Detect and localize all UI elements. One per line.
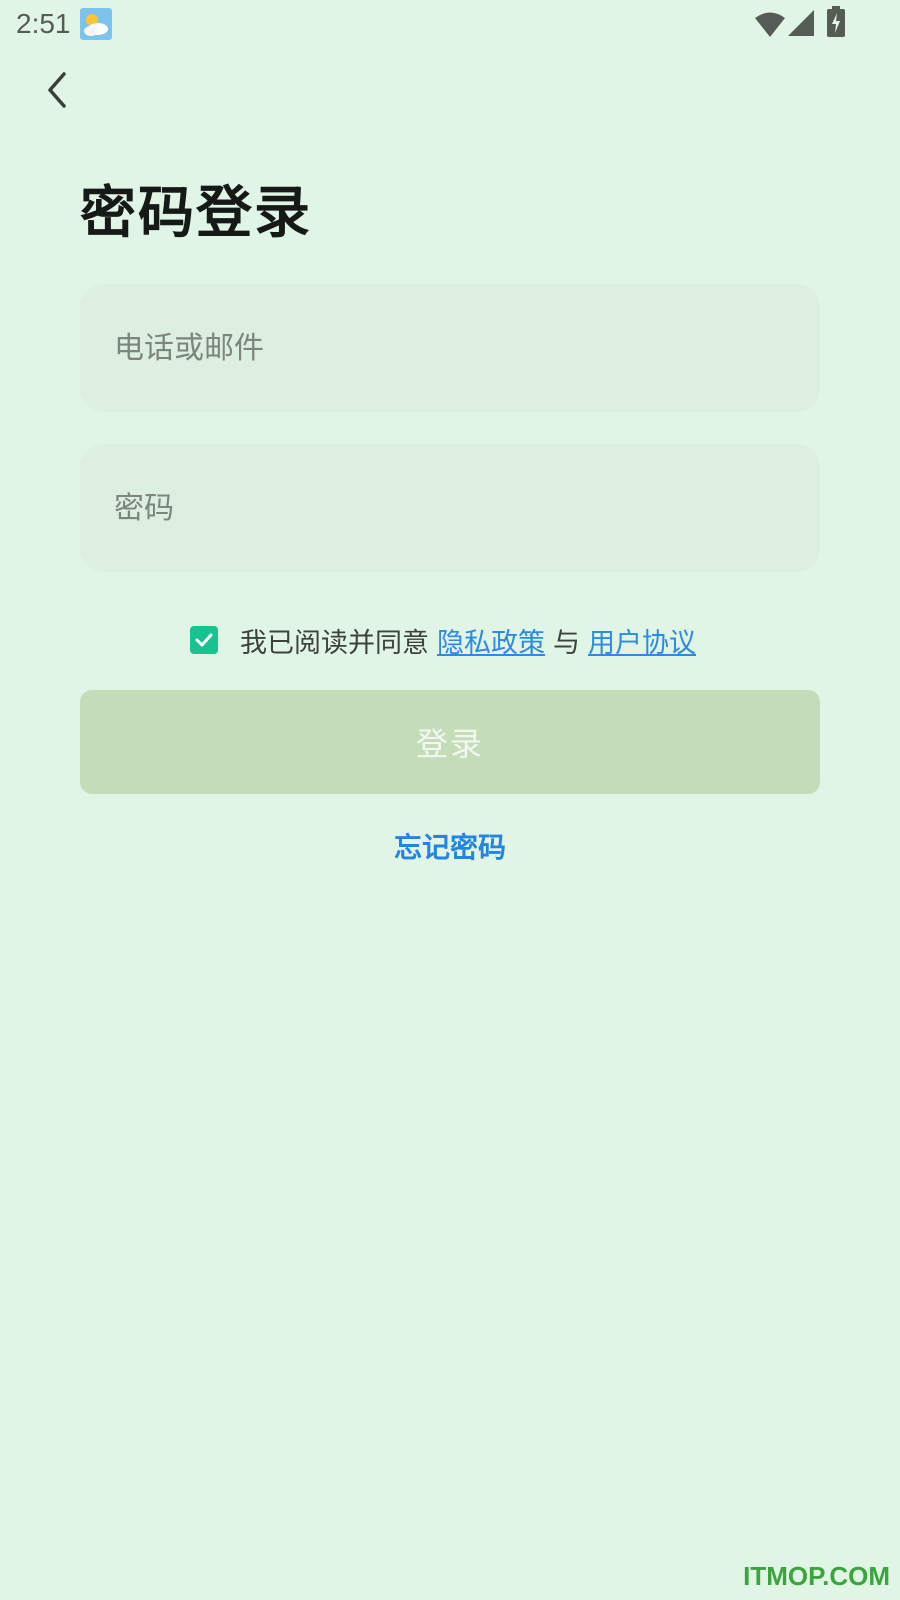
status-bar: 2:51 <box>0 0 900 48</box>
account-field[interactable] <box>80 284 820 412</box>
page-title: 密码登录 <box>80 181 312 246</box>
login-button[interactable]: 登录 <box>80 690 820 794</box>
watermark-logo: ITMOP.COM <box>743 1561 890 1591</box>
password-field[interactable] <box>80 444 820 572</box>
forgot-password-link[interactable]: 忘记密码 <box>0 826 900 866</box>
partly-cloudy-icon <box>80 8 112 40</box>
wifi-icon <box>755 12 785 37</box>
agreement-checkbox[interactable] <box>190 626 218 654</box>
password-input[interactable] <box>112 489 788 527</box>
agreement-row: 我已阅读并同意 隐私政策 与 用户协议 <box>190 618 696 662</box>
user-agreement-link[interactable]: 用户协议 <box>588 621 696 660</box>
account-input[interactable] <box>112 329 788 367</box>
status-time: 2:51 <box>16 8 71 39</box>
agreement-conjunction: 与 <box>553 627 580 659</box>
checkmark-icon <box>195 633 213 647</box>
chevron-left-icon <box>48 72 66 108</box>
login-screen: 2:51 密码登录 电话或邮件 我已阅读并同意 隐私政策 与 用户协议 登录 忘… <box>0 0 900 1600</box>
back-button[interactable] <box>30 62 82 118</box>
battery-charging-icon <box>827 6 845 37</box>
privacy-policy-link[interactable]: 隐私政策 <box>437 621 545 660</box>
agreement-prefix: 我已阅读并同意 <box>240 627 429 659</box>
signal-icon <box>788 10 814 36</box>
